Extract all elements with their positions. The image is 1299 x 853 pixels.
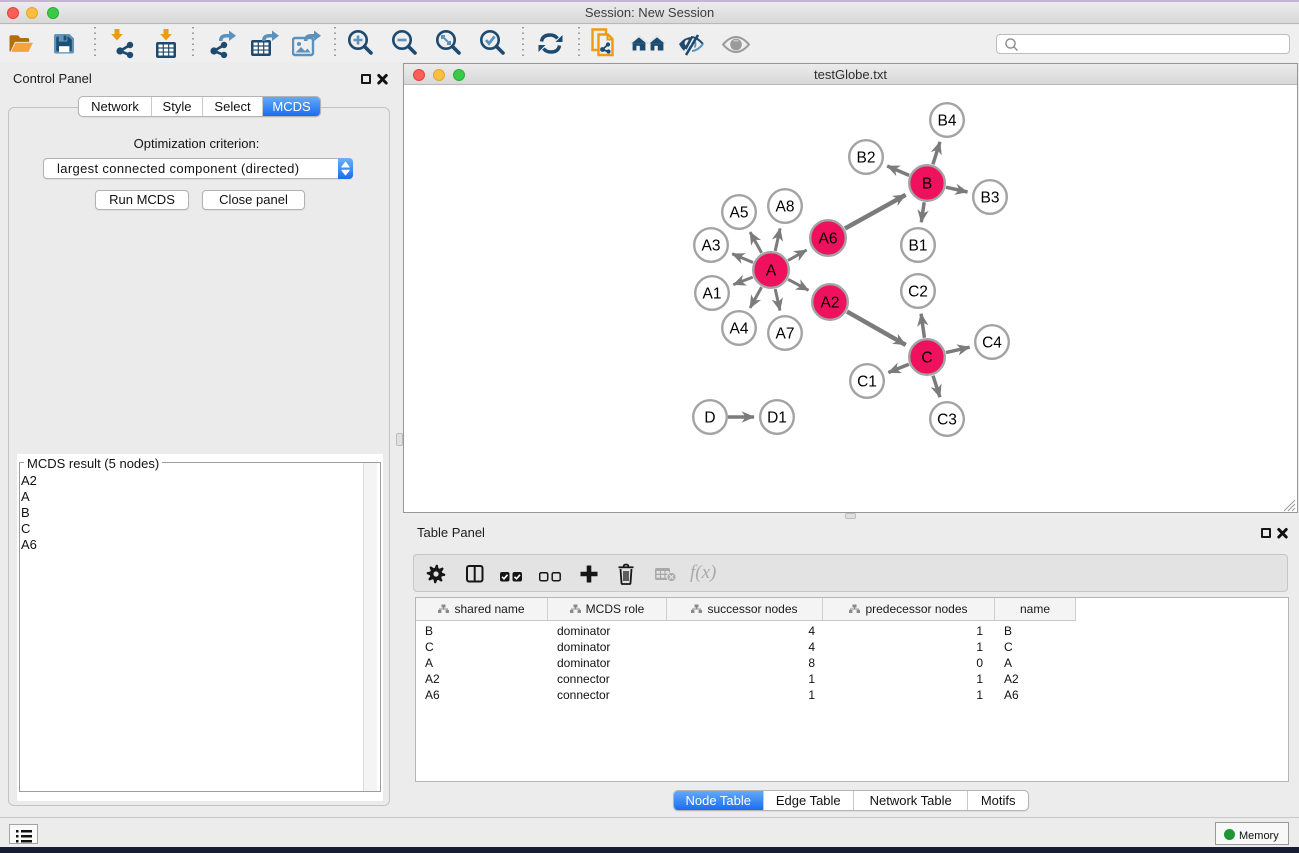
svg-text:A3: A3: [702, 238, 721, 255]
svg-text:A8: A8: [776, 199, 795, 216]
svg-text:C2: C2: [908, 284, 928, 301]
svg-text:C3: C3: [937, 412, 957, 429]
svg-text:B2: B2: [857, 150, 876, 167]
svg-text:B3: B3: [981, 190, 1000, 207]
svg-text:B4: B4: [938, 113, 957, 130]
svg-text:C4: C4: [982, 335, 1002, 352]
svg-text:A7: A7: [776, 326, 795, 343]
svg-text:C1: C1: [857, 374, 877, 391]
svg-text:D: D: [704, 410, 715, 427]
svg-text:C: C: [921, 350, 932, 367]
svg-text:A5: A5: [730, 205, 749, 222]
svg-text:A1: A1: [703, 286, 722, 303]
svg-text:A2: A2: [821, 295, 840, 312]
svg-text:D1: D1: [767, 410, 787, 427]
svg-text:B1: B1: [909, 238, 928, 255]
svg-text:B: B: [922, 176, 932, 193]
svg-text:A: A: [766, 263, 777, 280]
svg-text:A4: A4: [730, 321, 749, 338]
svg-text:A6: A6: [819, 231, 838, 248]
